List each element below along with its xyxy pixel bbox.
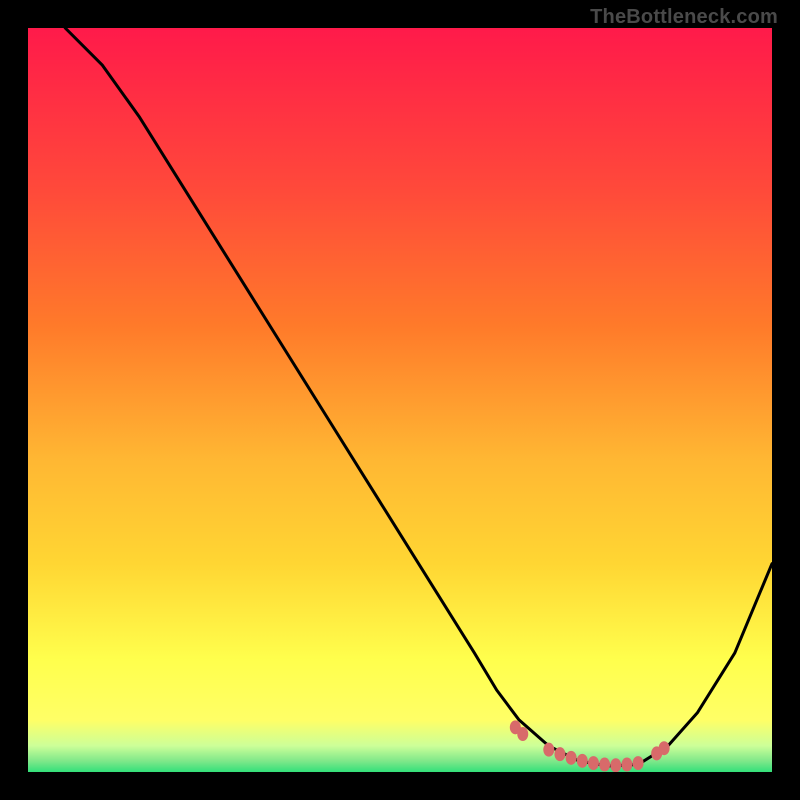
gradient-background <box>28 28 772 772</box>
optimal-marker <box>566 751 577 765</box>
optimal-marker <box>610 758 621 772</box>
optimal-marker <box>543 743 554 757</box>
chart-container: TheBottleneck.com <box>0 0 800 800</box>
optimal-marker <box>599 758 610 772</box>
optimal-marker <box>588 756 599 770</box>
optimal-marker <box>621 758 632 772</box>
optimal-marker <box>633 756 644 770</box>
optimal-marker <box>517 727 528 741</box>
plot-area <box>28 28 772 772</box>
optimal-marker <box>659 741 670 755</box>
optimal-marker <box>577 754 588 768</box>
chart-svg <box>28 28 772 772</box>
watermark-text: TheBottleneck.com <box>590 6 778 29</box>
optimal-marker <box>554 747 565 761</box>
